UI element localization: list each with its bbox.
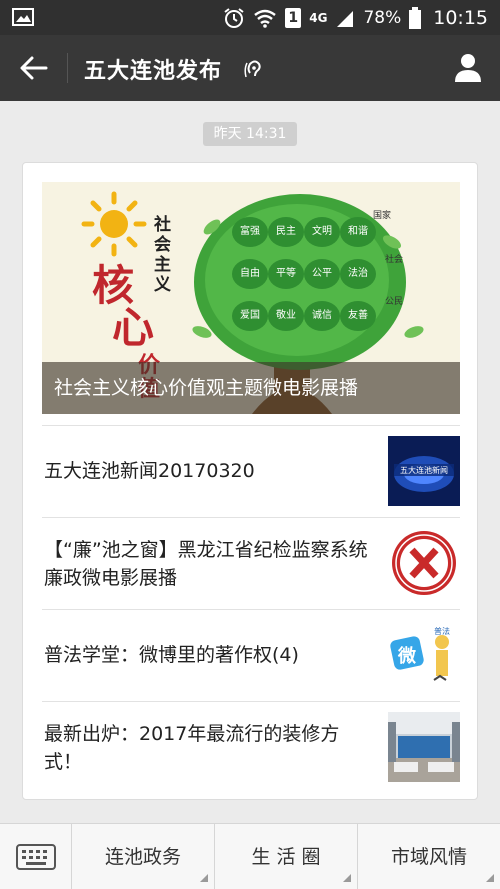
article-title: 普法学堂：微博里的著作权(4) bbox=[44, 644, 299, 666]
svg-text:主: 主 bbox=[154, 254, 171, 275]
svg-text:公平: 公平 bbox=[312, 268, 332, 279]
submenu-indicator-icon bbox=[343, 874, 351, 882]
keyboard-toggle[interactable] bbox=[0, 824, 72, 889]
svg-text:社会: 社会 bbox=[385, 253, 403, 265]
article-title: 【“廉”池之窗】黑龙江省纪检监察系统廉政微电影展播 bbox=[44, 539, 368, 589]
menu-tab-city-style[interactable]: 市域风情 bbox=[358, 824, 500, 889]
battery-icon bbox=[409, 6, 422, 29]
header-bar: 五大连池发布 bbox=[0, 35, 500, 101]
gallery-icon bbox=[12, 8, 34, 26]
thumbnail-text: 五大连池新闻 bbox=[400, 465, 448, 475]
back-arrow-icon[interactable] bbox=[18, 53, 50, 83]
svg-text:自由: 自由 bbox=[240, 266, 260, 279]
list-item[interactable]: 普法学堂：微博里的著作权(4) 微 普法 bbox=[42, 609, 460, 701]
svg-text:友善: 友善 bbox=[348, 308, 368, 321]
submenu-indicator-icon bbox=[200, 874, 208, 882]
article-card: 社 会 主 义 核 心 价 值 富强 bbox=[22, 162, 478, 800]
list-item[interactable]: 五大连池新闻20170320 五大连池新闻 bbox=[42, 425, 460, 517]
svg-text:富强: 富强 bbox=[240, 224, 260, 237]
svg-text:诚信: 诚信 bbox=[312, 309, 332, 321]
article-thumbnail bbox=[388, 712, 460, 782]
alarm-icon bbox=[224, 7, 244, 28]
svg-text:会: 会 bbox=[154, 234, 171, 255]
menu-tab-lianchi-affairs[interactable]: 连池政务 bbox=[72, 824, 215, 889]
profile-icon[interactable] bbox=[452, 51, 484, 83]
hero-article[interactable]: 社 会 主 义 核 心 价 值 富强 bbox=[42, 182, 460, 414]
svg-text:平等: 平等 bbox=[276, 266, 296, 279]
message-timestamp: 昨天 14:31 bbox=[203, 122, 297, 146]
sun-icon bbox=[81, 191, 147, 257]
svg-text:和谐: 和谐 bbox=[348, 225, 368, 237]
notification-badge: 1 bbox=[285, 7, 302, 28]
svg-text:公民: 公民 bbox=[385, 296, 403, 307]
menu-tab-label: 市域风情 bbox=[390, 846, 467, 868]
wifi-icon bbox=[254, 9, 277, 28]
svg-text:社: 社 bbox=[153, 214, 171, 235]
network-type: 4G bbox=[309, 10, 328, 25]
clock: 10:15 bbox=[433, 6, 488, 29]
bottom-menu: 连池政务 生 活 圈 市域风情 bbox=[0, 823, 500, 889]
article-thumbnail: 微 普法 bbox=[388, 620, 460, 690]
article-title: 最新出炉：2017年最流行的装修方式！ bbox=[44, 723, 340, 773]
earpiece-mode-icon bbox=[244, 60, 261, 78]
header-divider bbox=[67, 53, 68, 83]
keyboard-icon bbox=[16, 844, 56, 870]
article-thumbnail: 五大连池新闻 bbox=[388, 436, 460, 506]
svg-text:民主: 民主 bbox=[276, 225, 296, 237]
svg-text:普法: 普法 bbox=[434, 626, 450, 636]
menu-tab-label: 生 活 圈 bbox=[251, 846, 321, 868]
svg-text:爱国: 爱国 bbox=[240, 308, 260, 321]
submenu-indicator-icon bbox=[486, 874, 494, 882]
menu-tab-label: 连池政务 bbox=[104, 846, 181, 868]
battery-percent: 78% bbox=[363, 7, 402, 28]
page-title: 五大连池发布 bbox=[84, 59, 223, 84]
status-bar: 1 4G 78% 10:15 bbox=[0, 0, 500, 35]
list-item[interactable]: 最新出炉：2017年最流行的装修方式！ bbox=[42, 701, 460, 793]
article-title: 五大连池新闻20170320 bbox=[44, 460, 255, 482]
svg-text:敬业: 敬业 bbox=[276, 308, 296, 321]
svg-text:义: 义 bbox=[154, 274, 171, 295]
svg-text:国家: 国家 bbox=[373, 209, 391, 221]
thumbnail-text: 微 bbox=[397, 645, 416, 667]
svg-text:心: 心 bbox=[112, 303, 154, 352]
signal-icon bbox=[337, 10, 354, 27]
menu-tab-life-circle[interactable]: 生 活 圈 bbox=[215, 824, 358, 889]
svg-text:文明: 文明 bbox=[312, 224, 332, 237]
hero-caption: 社会主义核心价值观主题微电影展播 bbox=[42, 362, 460, 414]
list-item[interactable]: 【“廉”池之窗】黑龙江省纪检监察系统廉政微电影展播 bbox=[42, 517, 460, 609]
svg-text:法治: 法治 bbox=[348, 266, 368, 279]
article-thumbnail bbox=[388, 528, 460, 598]
